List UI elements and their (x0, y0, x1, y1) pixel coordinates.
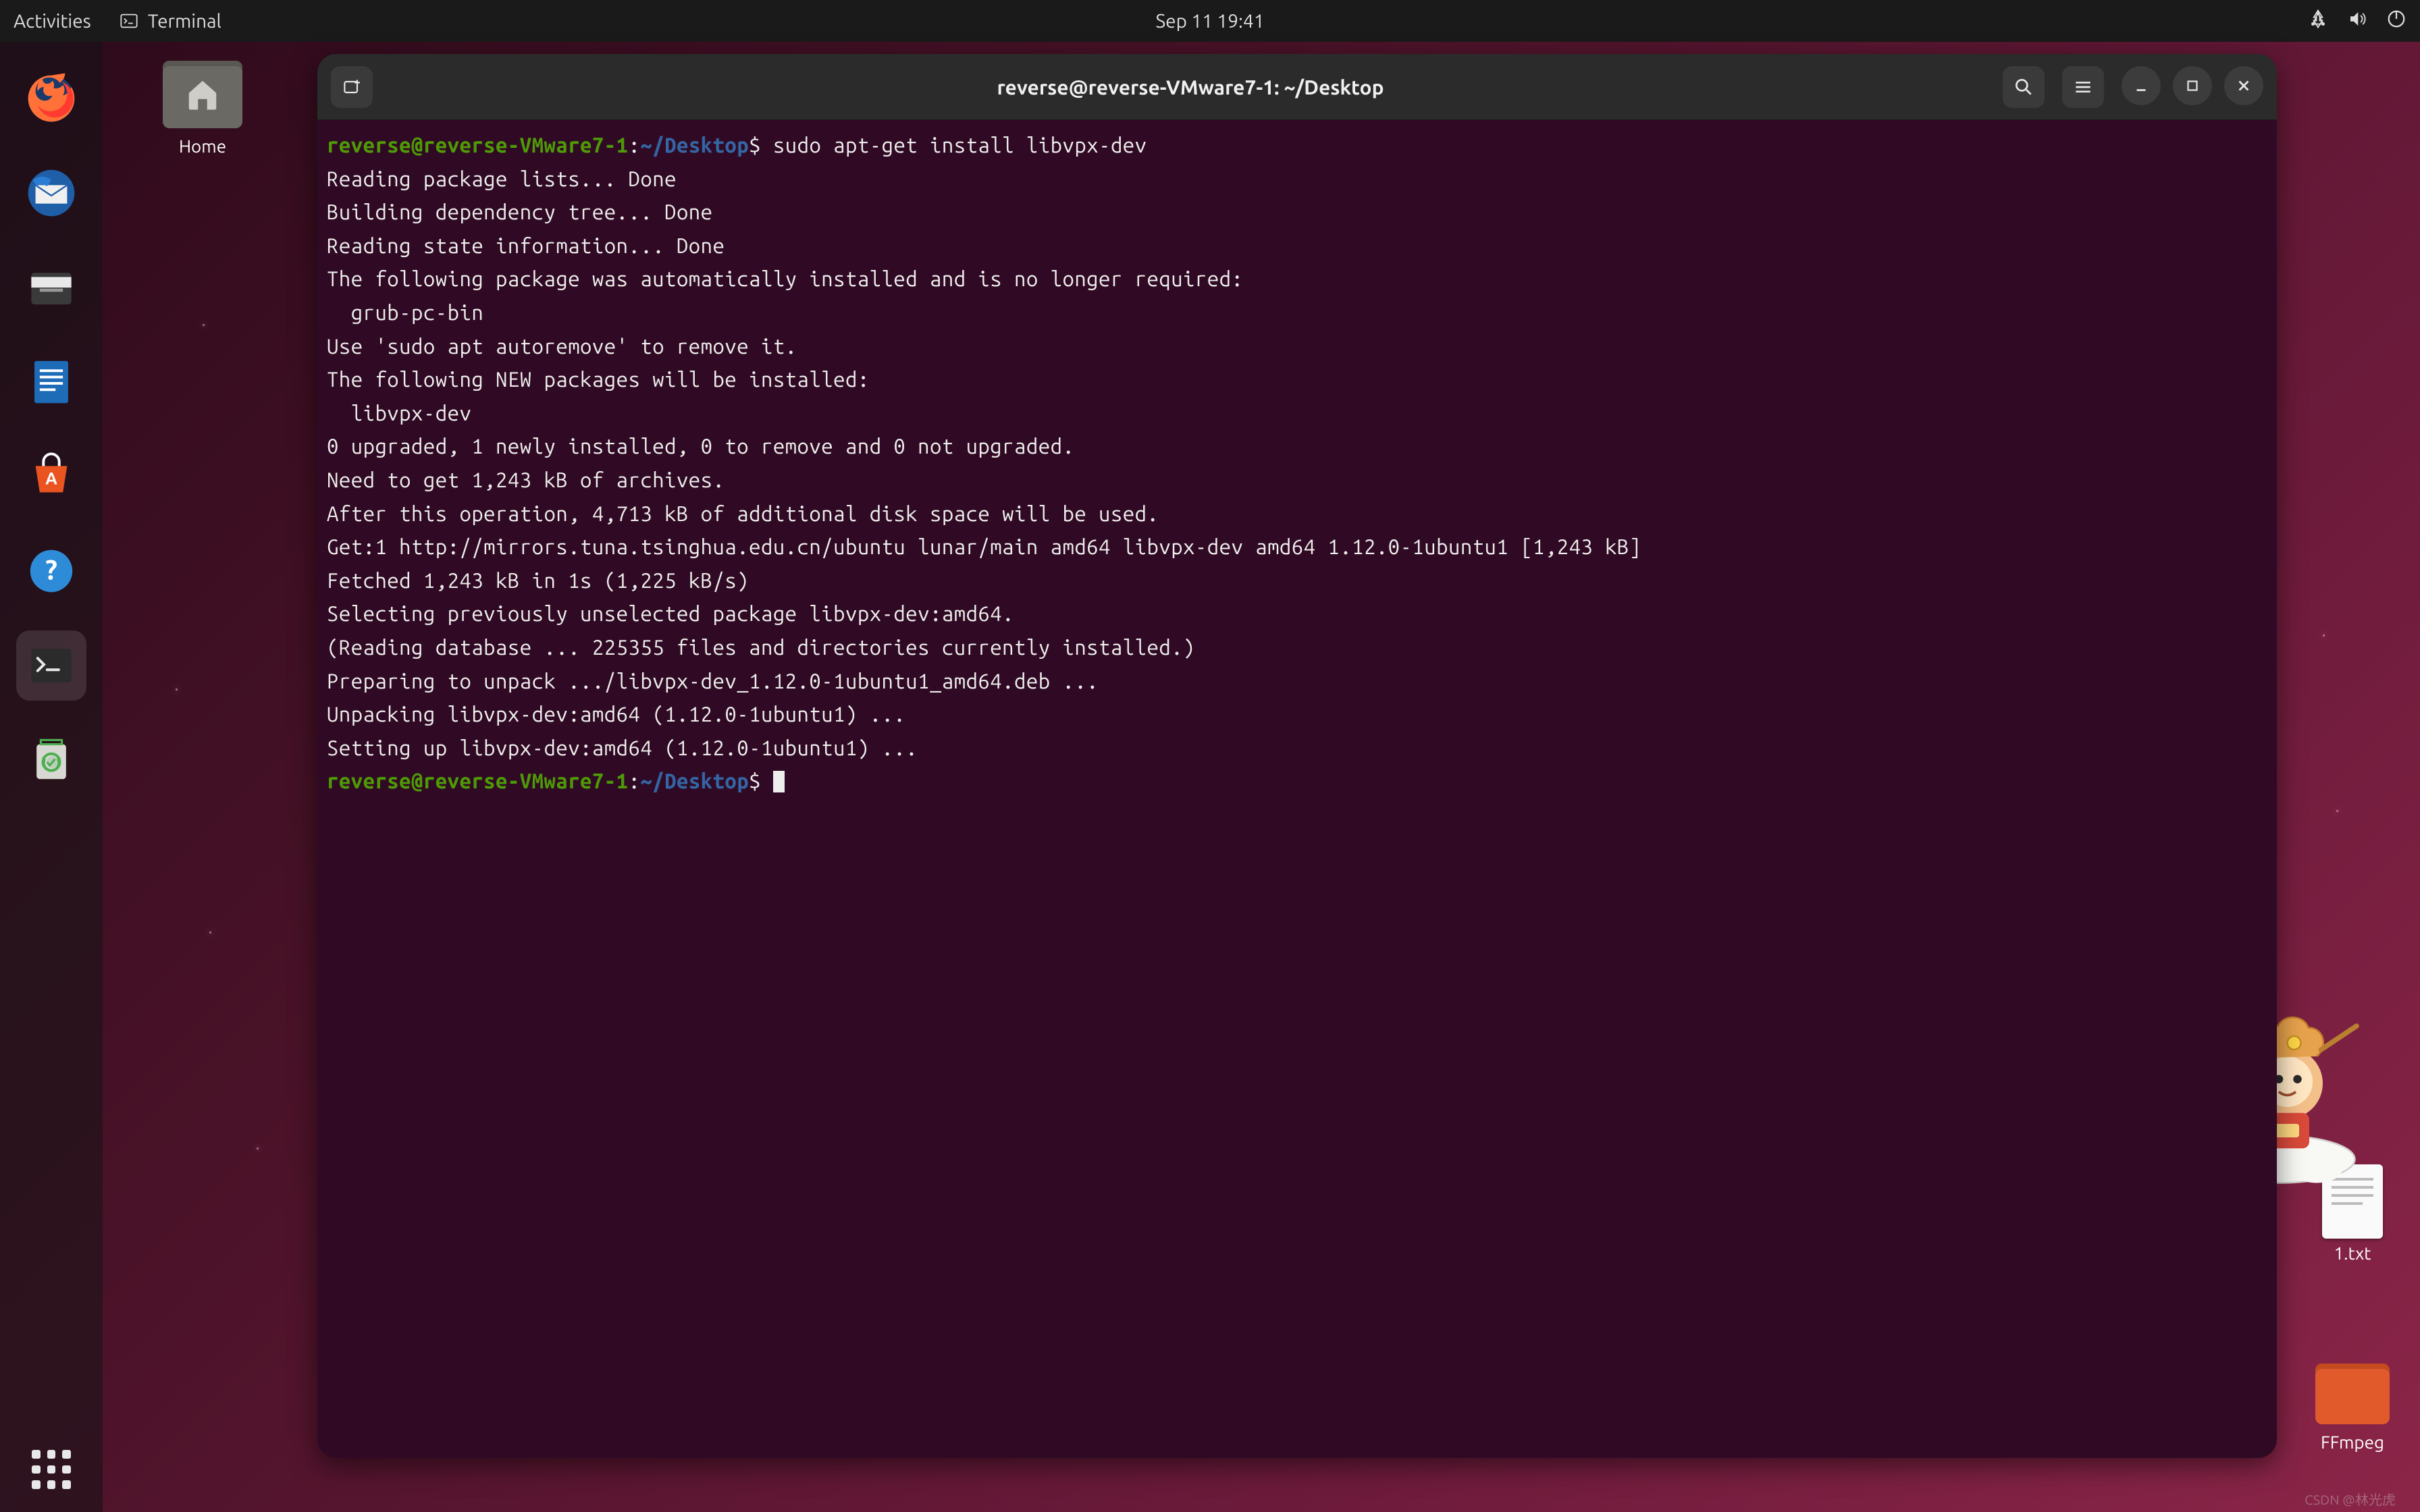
dock-ubuntu-software[interactable]: A (16, 441, 86, 512)
cursor (773, 771, 785, 792)
search-icon (2013, 76, 2034, 98)
dock-trash[interactable] (16, 725, 86, 795)
sparkle (203, 324, 205, 326)
window-title: reverse@reverse-VMware7-1: ~/Desktop (378, 76, 2003, 99)
watermark: CSDN @林光虎 (2305, 1489, 2396, 1509)
home-folder-icon (163, 61, 242, 128)
terminal-line: Unpacking libvpx-dev:amd64 (1.12.0-1ubun… (327, 697, 2267, 731)
terminal-line: After this operation, 4,713 kB of additi… (327, 497, 2267, 531)
network-icon[interactable] (2308, 9, 2328, 33)
terminal-window: reverse@reverse-VMware7-1: ~/Desktop rev… (317, 54, 2277, 1458)
firefox-icon (25, 72, 78, 125)
show-applications-button[interactable] (32, 1450, 71, 1489)
activities-button[interactable]: Activities (14, 11, 91, 32)
power-icon[interactable] (2386, 9, 2406, 33)
menu-button[interactable] (2062, 66, 2104, 108)
terminal-icon (120, 11, 138, 30)
dock-terminal[interactable] (16, 630, 86, 701)
terminal-body[interactable]: reverse@reverse-VMware7-1:~/Desktop$ sud… (317, 120, 2277, 1458)
terminal-line: The following NEW packages will be insta… (327, 362, 2267, 396)
files-icon (25, 261, 78, 314)
new-tab-icon (341, 76, 363, 98)
volume-icon[interactable] (2347, 9, 2367, 33)
software-icon: A (25, 450, 78, 503)
dock-firefox[interactable] (16, 63, 86, 134)
terminal-line: 0 upgraded, 1 newly installed, 0 to remo… (327, 429, 2267, 463)
terminal-line: Reading state information... Done (327, 229, 2267, 263)
close-icon (2235, 77, 2253, 94)
terminal-line: libvpx-dev (327, 396, 2267, 430)
svg-text:A: A (45, 469, 57, 488)
dock-thunderbird[interactable] (16, 158, 86, 228)
terminal-line: Fetched 1,243 kB in 1s (1,225 kB/s) (327, 564, 2267, 597)
ffmpeg-folder-icon (2315, 1364, 2390, 1424)
terminal-line: grub-pc-bin (327, 296, 2267, 329)
terminal-line: reverse@reverse-VMware7-1:~/Desktop$ (327, 764, 2267, 798)
close-button[interactable] (2224, 66, 2263, 105)
terminal-line: Need to get 1,243 kB of archives. (327, 463, 2267, 497)
terminal-line: Use 'sudo apt autoremove' to remove it. (327, 329, 2267, 363)
terminal-app-icon (25, 639, 78, 692)
sparkle (2336, 810, 2338, 812)
terminal-line: (Reading database ... 225355 files and d… (327, 630, 2267, 664)
new-tab-button[interactable] (331, 66, 373, 108)
desktop-icon-label: 1.txt (2312, 1243, 2393, 1263)
sparkle (176, 688, 178, 691)
desktop-icon-label: FFmpeg (2312, 1432, 2393, 1452)
terminal-line: Get:1 http://mirrors.tuna.tsinghua.edu.c… (327, 530, 2267, 564)
dock-help[interactable]: ? (16, 536, 86, 606)
hamburger-icon (2072, 76, 2094, 98)
window-titlebar[interactable]: reverse@reverse-VMware7-1: ~/Desktop (317, 54, 2277, 120)
svg-text:?: ? (45, 554, 57, 585)
thunderbird-icon (25, 167, 78, 219)
dock-files[interactable] (16, 252, 86, 323)
sparkle (257, 1148, 259, 1150)
search-button[interactable] (2003, 66, 2045, 108)
dock-libreoffice-writer[interactable] (16, 347, 86, 417)
terminal-line: Reading package lists... Done (327, 162, 2267, 196)
help-icon: ? (25, 545, 78, 597)
sparkle (209, 932, 211, 934)
terminal-line: Setting up libvpx-dev:amd64 (1.12.0-1ubu… (327, 731, 2267, 765)
top-panel: Activities Terminal Sep 11 19:41 (0, 0, 2420, 42)
desktop-icon-label: Home (155, 136, 250, 156)
current-app-indicator[interactable]: Terminal (120, 11, 221, 32)
trash-icon (25, 734, 78, 786)
terminal-line: Building dependency tree... Done (327, 195, 2267, 229)
clock[interactable]: Sep 11 19:41 (1156, 11, 1265, 32)
minimize-icon (2132, 77, 2150, 94)
sparkle (2323, 634, 2325, 637)
desktop-icon-home[interactable]: Home (155, 61, 250, 156)
maximize-icon (2184, 77, 2201, 94)
terminal-line: Preparing to unpack .../libvpx-dev_1.12.… (327, 664, 2267, 698)
terminal-line: The following package was automatically … (327, 262, 2267, 296)
current-app-name: Terminal (148, 11, 221, 32)
desktop-icon-ffmpeg[interactable]: FFmpeg (2312, 1364, 2393, 1452)
dock: A ? (0, 42, 103, 1512)
terminal-line: Selecting previously unselected package … (327, 597, 2267, 630)
maximize-button[interactable] (2173, 66, 2212, 105)
writer-icon (25, 356, 78, 408)
terminal-line: reverse@reverse-VMware7-1:~/Desktop$ sud… (327, 128, 2267, 162)
minimize-button[interactable] (2122, 66, 2161, 105)
